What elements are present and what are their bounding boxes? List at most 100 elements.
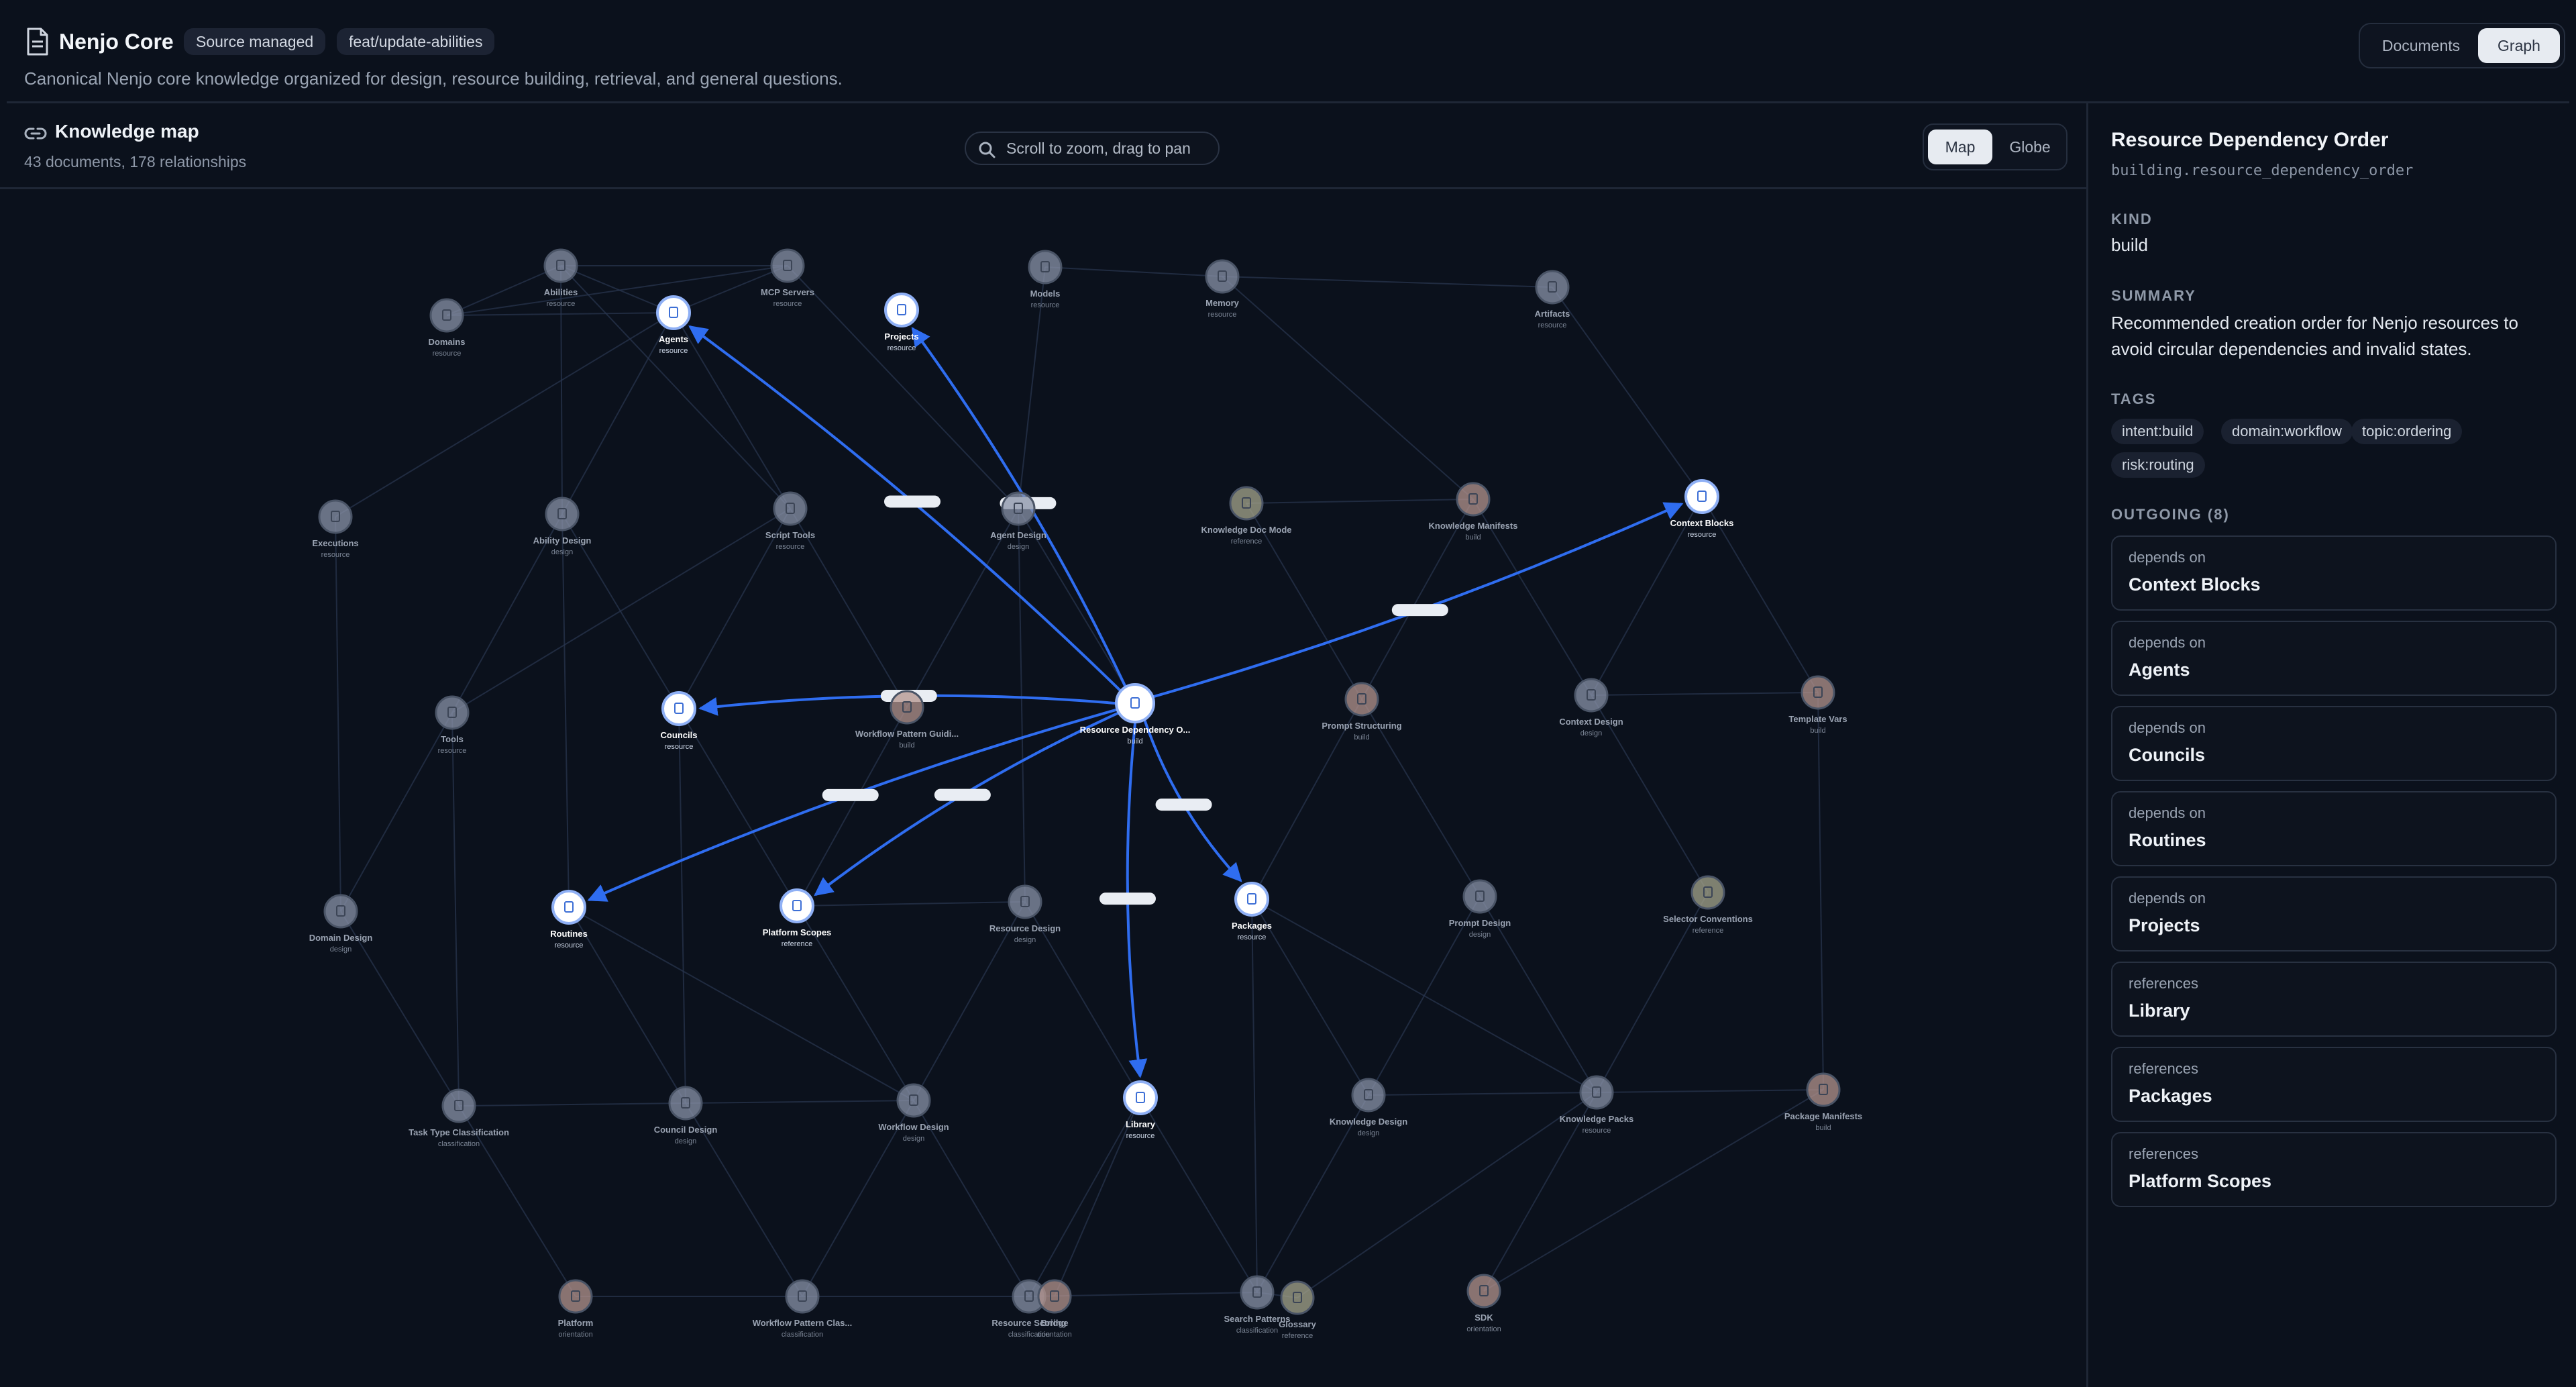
graph-node[interactable]: Knowledge Manifests build: [1429, 482, 1518, 542]
mode-globe[interactable]: Globe: [1995, 130, 2065, 164]
node-circle: [661, 691, 696, 726]
graph-node[interactable]: Artifacts resource: [1535, 270, 1570, 329]
map-title: Knowledge map: [55, 121, 199, 142]
graph-node[interactable]: Workflow Design design: [878, 1083, 949, 1143]
graph-node[interactable]: Knowledge Packs resource: [1560, 1075, 1634, 1135]
outgoing-link[interactable]: depends on Routines: [2111, 791, 2557, 866]
node-circle: [656, 295, 691, 330]
node-label: Prompt Structuring: [1322, 721, 1401, 731]
page-description: Canonical Nenjo core knowledge organized…: [24, 68, 843, 89]
node-kind: orientation: [558, 1331, 592, 1339]
zoom-hint: Scroll to zoom, drag to pan: [965, 132, 1220, 165]
graph-node[interactable]: Bridge orientation: [1037, 1279, 1072, 1339]
graph-node[interactable]: Domain Design design: [309, 894, 373, 954]
graph-edge: [451, 712, 460, 1107]
mode-map[interactable]: Map: [1928, 130, 1992, 164]
graph-node[interactable]: Workflow Pattern Guidi... build: [855, 690, 959, 750]
graph-node[interactable]: Models resource: [1028, 250, 1063, 309]
node-circle: [1684, 479, 1719, 514]
relation-target: Councils: [2129, 745, 2206, 765]
graph-node[interactable]: Knowledge Design design: [1330, 1078, 1407, 1137]
node-circle: [323, 894, 358, 929]
graph-node[interactable]: Platform Scopes reference: [763, 888, 832, 948]
graph-node[interactable]: Domains resource: [429, 298, 466, 358]
graph-node[interactable]: Memory resource: [1205, 259, 1240, 319]
graph-node[interactable]: Agents resource: [656, 295, 691, 355]
graph-edge: [1140, 1097, 1258, 1293]
graph-node[interactable]: Context Design design: [1559, 678, 1623, 737]
node-label: Executions: [312, 538, 358, 548]
highlighted-edge: [688, 325, 1123, 693]
node-label: Packages: [1232, 921, 1272, 931]
graph-node[interactable]: Script Tools resource: [765, 491, 815, 551]
graph-node[interactable]: Prompt Structuring build: [1322, 682, 1402, 741]
node-circle: [1690, 875, 1725, 910]
outgoing-link[interactable]: references Platform Scopes: [2111, 1132, 2557, 1207]
graph-node[interactable]: Resource Design design: [989, 884, 1061, 944]
graph-node[interactable]: Prompt Design design: [1449, 879, 1511, 939]
node-label: Knowledge Design: [1330, 1117, 1407, 1127]
graph-node[interactable]: Routines resource: [550, 890, 588, 949]
node-circle: [1351, 1078, 1386, 1113]
node-label: Routines: [550, 929, 588, 939]
node-circle: [1028, 250, 1063, 285]
graph-node[interactable]: Library resource: [1123, 1080, 1158, 1140]
graph-node[interactable]: Council Design design: [654, 1086, 718, 1145]
graph-edge: [335, 312, 674, 517]
edge-label: [1099, 892, 1156, 905]
outgoing-label: OUTGOING (8): [2111, 506, 2230, 523]
graph-edge: [446, 312, 674, 316]
tab-documents[interactable]: Documents: [2365, 28, 2477, 63]
graph-edge: [1222, 276, 1474, 500]
graph-node[interactable]: Knowledge Doc Mode reference: [1201, 486, 1292, 546]
graph-node[interactable]: MCP Servers resource: [761, 248, 814, 308]
node-circle: [1123, 1080, 1158, 1115]
node-kind: design: [1014, 936, 1036, 944]
node-circle: [1008, 884, 1042, 919]
relation-label: references: [2129, 1145, 2198, 1162]
node-circle: [441, 1088, 476, 1123]
node-label: Script Tools: [765, 530, 815, 540]
relation-target: Projects: [2129, 915, 2200, 935]
detail-panel: Resource Dependency Order building.resou…: [2086, 103, 2576, 1387]
graph-edge: [1028, 1097, 1141, 1297]
graph-edge: [1044, 266, 1223, 277]
node-label: Agents: [659, 334, 688, 344]
node-kind: reference: [1693, 927, 1723, 935]
graph-node[interactable]: Glossary reference: [1279, 1280, 1317, 1340]
graph-node[interactable]: Workflow Pattern Clas... classification: [753, 1279, 853, 1339]
node-circle: [1462, 879, 1497, 914]
outgoing-link[interactable]: depends on Context Blocks: [2111, 535, 2557, 611]
graph-node[interactable]: Package Manifests build: [1784, 1072, 1862, 1132]
outgoing-link[interactable]: depends on Projects: [2111, 876, 2557, 952]
edge-label: [883, 495, 941, 508]
node-kind: build: [1354, 733, 1369, 741]
node-kind: resource: [773, 300, 802, 308]
node-circle: [1001, 491, 1036, 526]
outgoing-link[interactable]: depends on Agents: [2111, 621, 2557, 696]
graph-node[interactable]: Task Type Classification classification: [409, 1088, 509, 1148]
outgoing-link[interactable]: references Library: [2111, 962, 2557, 1037]
tag: risk:routing: [2111, 452, 2205, 478]
node-kind: build: [1127, 737, 1142, 746]
highlighted-edge: [814, 711, 1121, 896]
graph-node[interactable]: Platform orientation: [558, 1279, 594, 1339]
graph-node[interactable]: Context Blocks resource: [1670, 479, 1734, 539]
outgoing-link[interactable]: references Packages: [2111, 1047, 2557, 1122]
node-kind: build: [1815, 1124, 1831, 1132]
summary-label: SUMMARY: [2111, 287, 2196, 304]
graph-edge: [1251, 898, 1597, 1093]
tab-graph[interactable]: Graph: [2478, 28, 2560, 63]
graph-node[interactable]: Selector Conventions reference: [1663, 875, 1753, 935]
relation-target: Packages: [2129, 1086, 2212, 1106]
node-circle: [558, 1279, 593, 1314]
graph-edge: [335, 516, 341, 912]
graph-node[interactable]: Projects resource: [884, 293, 919, 352]
node-circle: [1344, 682, 1379, 717]
node-label: Domain Design: [309, 933, 373, 943]
outgoing-link[interactable]: depends on Councils: [2111, 706, 2557, 781]
knowledge-graph[interactable]: AbilitiesresourceMCP ServersresourceMode…: [0, 189, 2086, 1387]
graph-node[interactable]: SDK orientation: [1466, 1274, 1501, 1333]
edge-label: [934, 788, 991, 801]
node-kind: resource: [1238, 933, 1267, 941]
